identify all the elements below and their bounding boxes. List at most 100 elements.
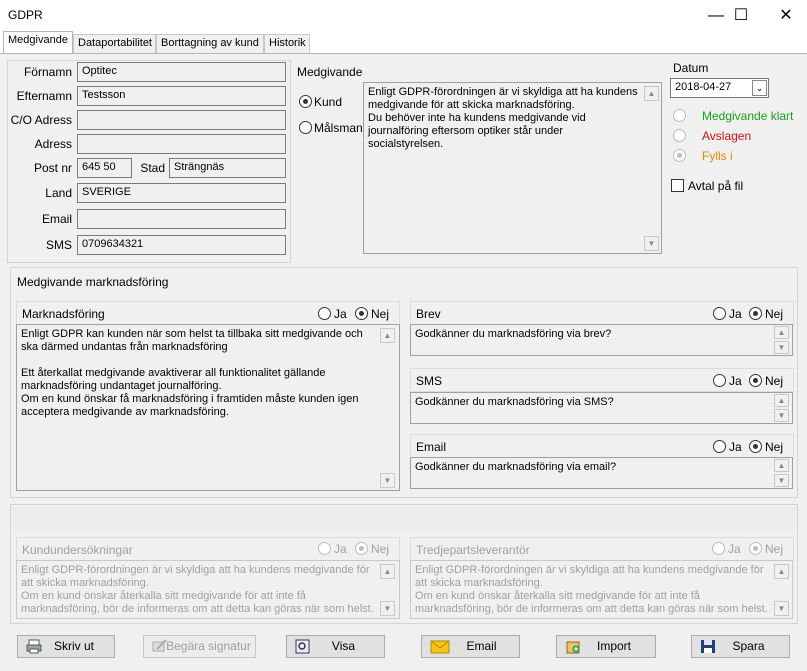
- request-signature-button[interactable]: Begära signatur: [143, 635, 256, 658]
- scroll-down-icon[interactable]: ▼: [774, 474, 789, 487]
- sms-label: SMS: [45, 238, 72, 252]
- co-adress-label: C/O Adress: [10, 113, 72, 127]
- tab-historik[interactable]: Historik: [264, 34, 310, 54]
- kund-ja-radio[interactable]: [318, 542, 331, 555]
- email-title: Email: [416, 440, 447, 454]
- disabled-section-header: [12, 507, 796, 531]
- sms-ja-label: Ja: [729, 374, 742, 388]
- print-button[interactable]: Skriv ut: [17, 635, 115, 658]
- sms-title: SMS: [416, 374, 443, 388]
- scroll-down-icon[interactable]: ▼: [380, 473, 395, 488]
- mf-nej-radio[interactable]: [355, 307, 368, 320]
- email-question: Godkänner du marknadsföring via email?: [410, 457, 793, 489]
- kund-ja-label: Ja: [334, 542, 347, 556]
- sms-question: Godkänner du marknadsföring via SMS?: [410, 392, 793, 424]
- land-label: Land: [45, 186, 72, 200]
- tab-medgivande[interactable]: Medgivande: [3, 31, 73, 54]
- signature-icon: [152, 639, 167, 652]
- import-label: Import: [596, 639, 631, 653]
- land-field[interactable]: SVERIGE: [77, 183, 286, 203]
- co-adress-field[interactable]: [77, 110, 286, 130]
- save-button[interactable]: Spara: [691, 635, 790, 658]
- sms-nej-radio[interactable]: [749, 374, 762, 387]
- avtal-checkbox[interactable]: [671, 179, 684, 192]
- sms-field[interactable]: 0709634321: [77, 235, 286, 255]
- tab-strip: Medgivande Dataportabilitet Borttagning …: [0, 31, 807, 54]
- import-button[interactable]: Import: [556, 635, 656, 658]
- brev-question: Godkänner du marknadsföring via brev?: [410, 324, 793, 356]
- email-button-label: Email: [466, 639, 497, 653]
- tredje-ja-label: Ja: [728, 542, 741, 556]
- email-nej-radio[interactable]: [749, 440, 762, 453]
- postnr-label: Post nr: [33, 161, 72, 175]
- visa-label: Visa: [331, 639, 356, 653]
- chevron-down-icon[interactable]: ⌄: [752, 80, 767, 96]
- brev-ja-radio[interactable]: [713, 307, 726, 320]
- close-button[interactable]: ✕: [763, 0, 807, 31]
- tredje-info-text: Enligt GDPR-förordningen är vi skyldiga …: [410, 560, 793, 619]
- brev-nej-label: Nej: [765, 307, 784, 321]
- envelope-icon: [430, 640, 450, 654]
- mf-ja-radio[interactable]: [318, 307, 331, 320]
- medgivande-title: Medgivande: [297, 65, 363, 79]
- datum-label: Datum: [673, 61, 709, 75]
- mf-title: Marknadsföring: [22, 307, 105, 321]
- postnr-field[interactable]: 645 50: [77, 158, 132, 178]
- scroll-up-icon: ▲: [774, 564, 789, 579]
- kund-info-text: Enligt GDPR-förordningen är vi skyldiga …: [16, 560, 400, 619]
- scroll-up-icon[interactable]: ▲: [644, 86, 659, 101]
- tredje-ja-radio[interactable]: [712, 542, 725, 555]
- email-nej-label: Nej: [765, 440, 784, 454]
- adress-field[interactable]: [77, 134, 286, 154]
- scroll-up-icon[interactable]: ▲: [774, 326, 789, 339]
- scroll-down-icon[interactable]: ▼: [774, 341, 789, 354]
- scroll-up-icon[interactable]: ▲: [774, 394, 789, 407]
- status-klart-label: Medgivande klart: [702, 109, 794, 123]
- tab-dataportabilitet[interactable]: Dataportabilitet: [73, 34, 156, 54]
- visa-button[interactable]: Visa: [286, 635, 385, 658]
- tredje-title: Tredjepartsleverantör: [416, 543, 530, 557]
- kund-label: Kund: [314, 95, 343, 109]
- scroll-up-icon: ▲: [380, 564, 395, 579]
- scroll-up-icon[interactable]: ▲: [774, 459, 789, 472]
- status-avslagen-radio[interactable]: [673, 129, 686, 142]
- email-button[interactable]: Email: [421, 635, 520, 658]
- brev-nej-radio[interactable]: [749, 307, 762, 320]
- email-ja-radio[interactable]: [713, 440, 726, 453]
- mf-ja-label: Ja: [334, 307, 347, 321]
- status-fylls-radio[interactable]: [673, 149, 686, 162]
- marknad-section-title: Medgivande marknadsföring: [12, 270, 796, 293]
- medgivande-info-text: Enligt GDPR-förordningen är vi skyldiga …: [363, 82, 662, 254]
- window-title: GDPR: [8, 8, 43, 22]
- tredje-nej-label: Nej: [765, 542, 784, 556]
- avtal-label: Avtal på fil: [688, 179, 744, 193]
- fornamn-field[interactable]: Optitec: [77, 62, 286, 82]
- tab-borttagning[interactable]: Borttagning av kund: [156, 34, 264, 54]
- preview-icon: [295, 639, 310, 654]
- print-label: Skriv ut: [53, 639, 94, 653]
- sms-nej-label: Nej: [765, 374, 784, 388]
- kund-title: Kundundersökningar: [22, 543, 133, 557]
- stad-label: Stad: [140, 161, 165, 175]
- email-field[interactable]: [77, 209, 286, 229]
- scroll-down-icon: ▼: [774, 601, 789, 616]
- brev-ja-label: Ja: [729, 307, 742, 321]
- tredje-nej-radio[interactable]: [749, 542, 762, 555]
- sms-ja-radio[interactable]: [713, 374, 726, 387]
- kund-radio[interactable]: [299, 95, 312, 108]
- mf-nej-label: Nej: [371, 307, 390, 321]
- kund-nej-radio[interactable]: [355, 542, 368, 555]
- efternamn-label: Efternamn: [16, 89, 72, 103]
- scroll-down-icon: ▼: [380, 601, 395, 616]
- status-avslagen-label: Avslagen: [702, 129, 752, 143]
- title-bar: GDPR — ☐ ✕: [0, 0, 807, 31]
- status-klart-radio[interactable]: [673, 109, 686, 122]
- scroll-up-icon[interactable]: ▲: [380, 328, 395, 343]
- malsman-radio[interactable]: [299, 121, 312, 134]
- efternamn-field[interactable]: Testsson: [77, 86, 286, 106]
- scroll-down-icon[interactable]: ▼: [774, 409, 789, 422]
- stad-field[interactable]: Strängnäs: [169, 158, 286, 178]
- brev-title: Brev: [416, 307, 441, 321]
- maximize-button[interactable]: ☐: [718, 0, 764, 31]
- scroll-down-icon[interactable]: ▼: [644, 236, 659, 251]
